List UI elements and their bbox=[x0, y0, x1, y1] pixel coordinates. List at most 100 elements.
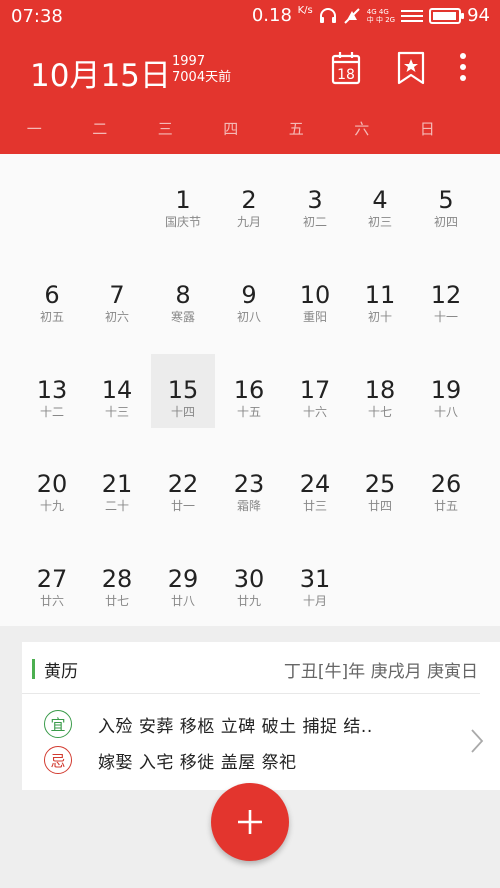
month-grid: 1 国庆节 2 九月 3 初二 4 初三 5 初四 6 初五 7 初六 8 寒露 9 初八 10 重阳 11 初十 12 十一… bbox=[0, 154, 500, 626]
day-number: 11 bbox=[364, 281, 396, 309]
lunar-date: 初四 bbox=[433, 215, 458, 229]
day-cell[interactable]: 3 初二 bbox=[283, 164, 347, 238]
lunar-date: 廿六 bbox=[39, 594, 64, 608]
weekday-mon: 一 bbox=[26, 120, 42, 138]
current-date[interactable]: 10月15日 bbox=[30, 50, 171, 95]
day-cell[interactable]: 29 廿八 bbox=[151, 543, 215, 617]
today-icon-number: 18 bbox=[337, 67, 355, 83]
day-number: 30 bbox=[233, 565, 265, 593]
day-cell[interactable]: 13 十二 bbox=[20, 354, 84, 428]
chevron-right-icon[interactable] bbox=[470, 728, 484, 754]
plus-icon bbox=[238, 810, 262, 834]
lunar-date: 十月 bbox=[302, 594, 327, 608]
day-number: 7 bbox=[109, 281, 125, 309]
today-button[interactable]: 18 bbox=[330, 50, 362, 86]
speed-unit: K/s bbox=[297, 5, 313, 16]
days-ago-label: 7004天前 bbox=[172, 70, 232, 85]
year-label: 1997 bbox=[172, 54, 206, 69]
more-vertical-icon bbox=[460, 53, 466, 81]
lunar-date: 十六 bbox=[302, 405, 327, 419]
day-cell[interactable]: 16 十五 bbox=[217, 354, 281, 428]
lunar-date: 初五 bbox=[39, 310, 64, 324]
bad-badge: 忌 bbox=[44, 746, 72, 774]
day-number: 16 bbox=[233, 376, 265, 404]
day-cell[interactable]: 24 廿三 bbox=[283, 448, 347, 522]
day-cell[interactable]: 8 寒露 bbox=[151, 259, 215, 333]
day-cell[interactable]: 30 廿九 bbox=[217, 543, 281, 617]
lunar-date: 廿三 bbox=[302, 499, 327, 513]
day-cell[interactable]: 28 廿七 bbox=[85, 543, 149, 617]
status-time: 07:38 bbox=[11, 6, 63, 27]
lunar-date: 初八 bbox=[236, 310, 261, 324]
day-cell[interactable]: 14 十三 bbox=[85, 354, 149, 428]
day-cell[interactable]: 1 国庆节 bbox=[151, 164, 215, 238]
lunar-date: 十八 bbox=[433, 405, 458, 419]
day-cell[interactable]: 19 十八 bbox=[414, 354, 478, 428]
battery-icon bbox=[429, 7, 465, 24]
almanac-accent-bar bbox=[32, 659, 35, 679]
lunar-date: 十五 bbox=[236, 405, 261, 419]
bookmark-button[interactable] bbox=[396, 50, 428, 86]
day-cell[interactable]: 7 初六 bbox=[85, 259, 149, 333]
day-cell[interactable]: 21 二十 bbox=[85, 448, 149, 522]
day-number: 19 bbox=[430, 376, 462, 404]
calendar-today-icon: 18 bbox=[331, 52, 361, 85]
day-cell[interactable]: 18 十七 bbox=[348, 354, 412, 428]
almanac-good-row: 宜 入殓 安葬 移柩 立碑 破土 捕捉 结.. bbox=[44, 709, 373, 739]
day-cell[interactable]: 10 重阳 bbox=[283, 259, 347, 333]
day-number: 5 bbox=[438, 186, 454, 214]
add-event-button[interactable] bbox=[211, 783, 289, 861]
almanac-card[interactable]: 黄历 丁丑[牛]年 庚戌月 庚寅日 宜 入殓 安葬 移柩 立碑 破土 捕捉 结.… bbox=[22, 642, 500, 790]
day-cell[interactable]: 25 廿四 bbox=[348, 448, 412, 522]
day-cell[interactable]: 9 初八 bbox=[217, 259, 281, 333]
day-cell[interactable]: 2 九月 bbox=[217, 164, 281, 238]
network-speed: 0.18 K/s bbox=[251, 5, 313, 26]
day-cell[interactable]: 15 十四 bbox=[151, 354, 215, 428]
lunar-date: 国庆节 bbox=[164, 215, 201, 229]
day-cell[interactable]: 31 十月 bbox=[283, 543, 347, 617]
day-cell[interactable]: 22 廿一 bbox=[151, 448, 215, 522]
day-cell[interactable]: 23 霜降 bbox=[217, 448, 281, 522]
day-cell[interactable]: 6 初五 bbox=[20, 259, 84, 333]
day-number: 21 bbox=[101, 470, 133, 498]
day-cell[interactable]: 5 初四 bbox=[414, 164, 478, 238]
day-cell[interactable]: 11 初十 bbox=[348, 259, 412, 333]
lunar-date: 九月 bbox=[236, 215, 261, 229]
lunar-date: 初二 bbox=[302, 215, 327, 229]
day-number: 2 bbox=[241, 186, 257, 214]
lunar-date: 廿四 bbox=[367, 499, 392, 513]
lunar-date: 十三 bbox=[104, 405, 129, 419]
almanac-title: 黄历 bbox=[44, 662, 78, 682]
lunar-date: 霜降 bbox=[236, 499, 261, 513]
almanac-header: 黄历 丁丑[牛]年 庚戌月 庚寅日 bbox=[22, 642, 480, 694]
day-cell[interactable]: 20 十九 bbox=[20, 448, 84, 522]
status-bar: 07:38 0.18 K/s 4G 4G 中 中 2G 94 bbox=[0, 0, 500, 34]
status-icons: 0.18 K/s 4G 4G 中 中 2G 94 bbox=[252, 5, 490, 26]
day-number: 3 bbox=[307, 186, 323, 214]
day-cell[interactable]: 4 初三 bbox=[348, 164, 412, 238]
day-cell[interactable]: 26 廿五 bbox=[414, 448, 478, 522]
lunar-date: 廿八 bbox=[170, 594, 195, 608]
lunar-date: 寒露 bbox=[170, 310, 195, 324]
lunar-date: 十一 bbox=[433, 310, 458, 324]
day-number: 31 bbox=[299, 565, 331, 593]
calendar-header: 10月15日 1997 7004天前 18 一 二 三 四 五 六 日 bbox=[0, 34, 500, 154]
battery-percent: 94 bbox=[467, 5, 490, 26]
weekday-thu: 四 bbox=[223, 120, 239, 138]
lunar-date: 初十 bbox=[367, 310, 392, 324]
day-cell[interactable]: 17 十六 bbox=[283, 354, 347, 428]
lunar-date: 十七 bbox=[367, 405, 392, 419]
lunar-date: 二十 bbox=[104, 499, 129, 513]
day-number: 9 bbox=[241, 281, 257, 309]
day-cell[interactable]: 27 廿六 bbox=[20, 543, 84, 617]
more-button[interactable] bbox=[450, 50, 476, 86]
mute-icon bbox=[344, 7, 360, 24]
day-number: 14 bbox=[101, 376, 133, 404]
good-items: 入殓 安葬 移柩 立碑 破土 捕捉 结.. bbox=[98, 716, 373, 737]
date-sub-info: 1997 7004天前 bbox=[172, 54, 231, 86]
day-number: 18 bbox=[364, 376, 396, 404]
weekday-wed: 三 bbox=[157, 120, 173, 138]
lunar-date: 廿五 bbox=[433, 499, 458, 513]
day-cell[interactable]: 12 十一 bbox=[414, 259, 478, 333]
day-number: 17 bbox=[299, 376, 331, 404]
